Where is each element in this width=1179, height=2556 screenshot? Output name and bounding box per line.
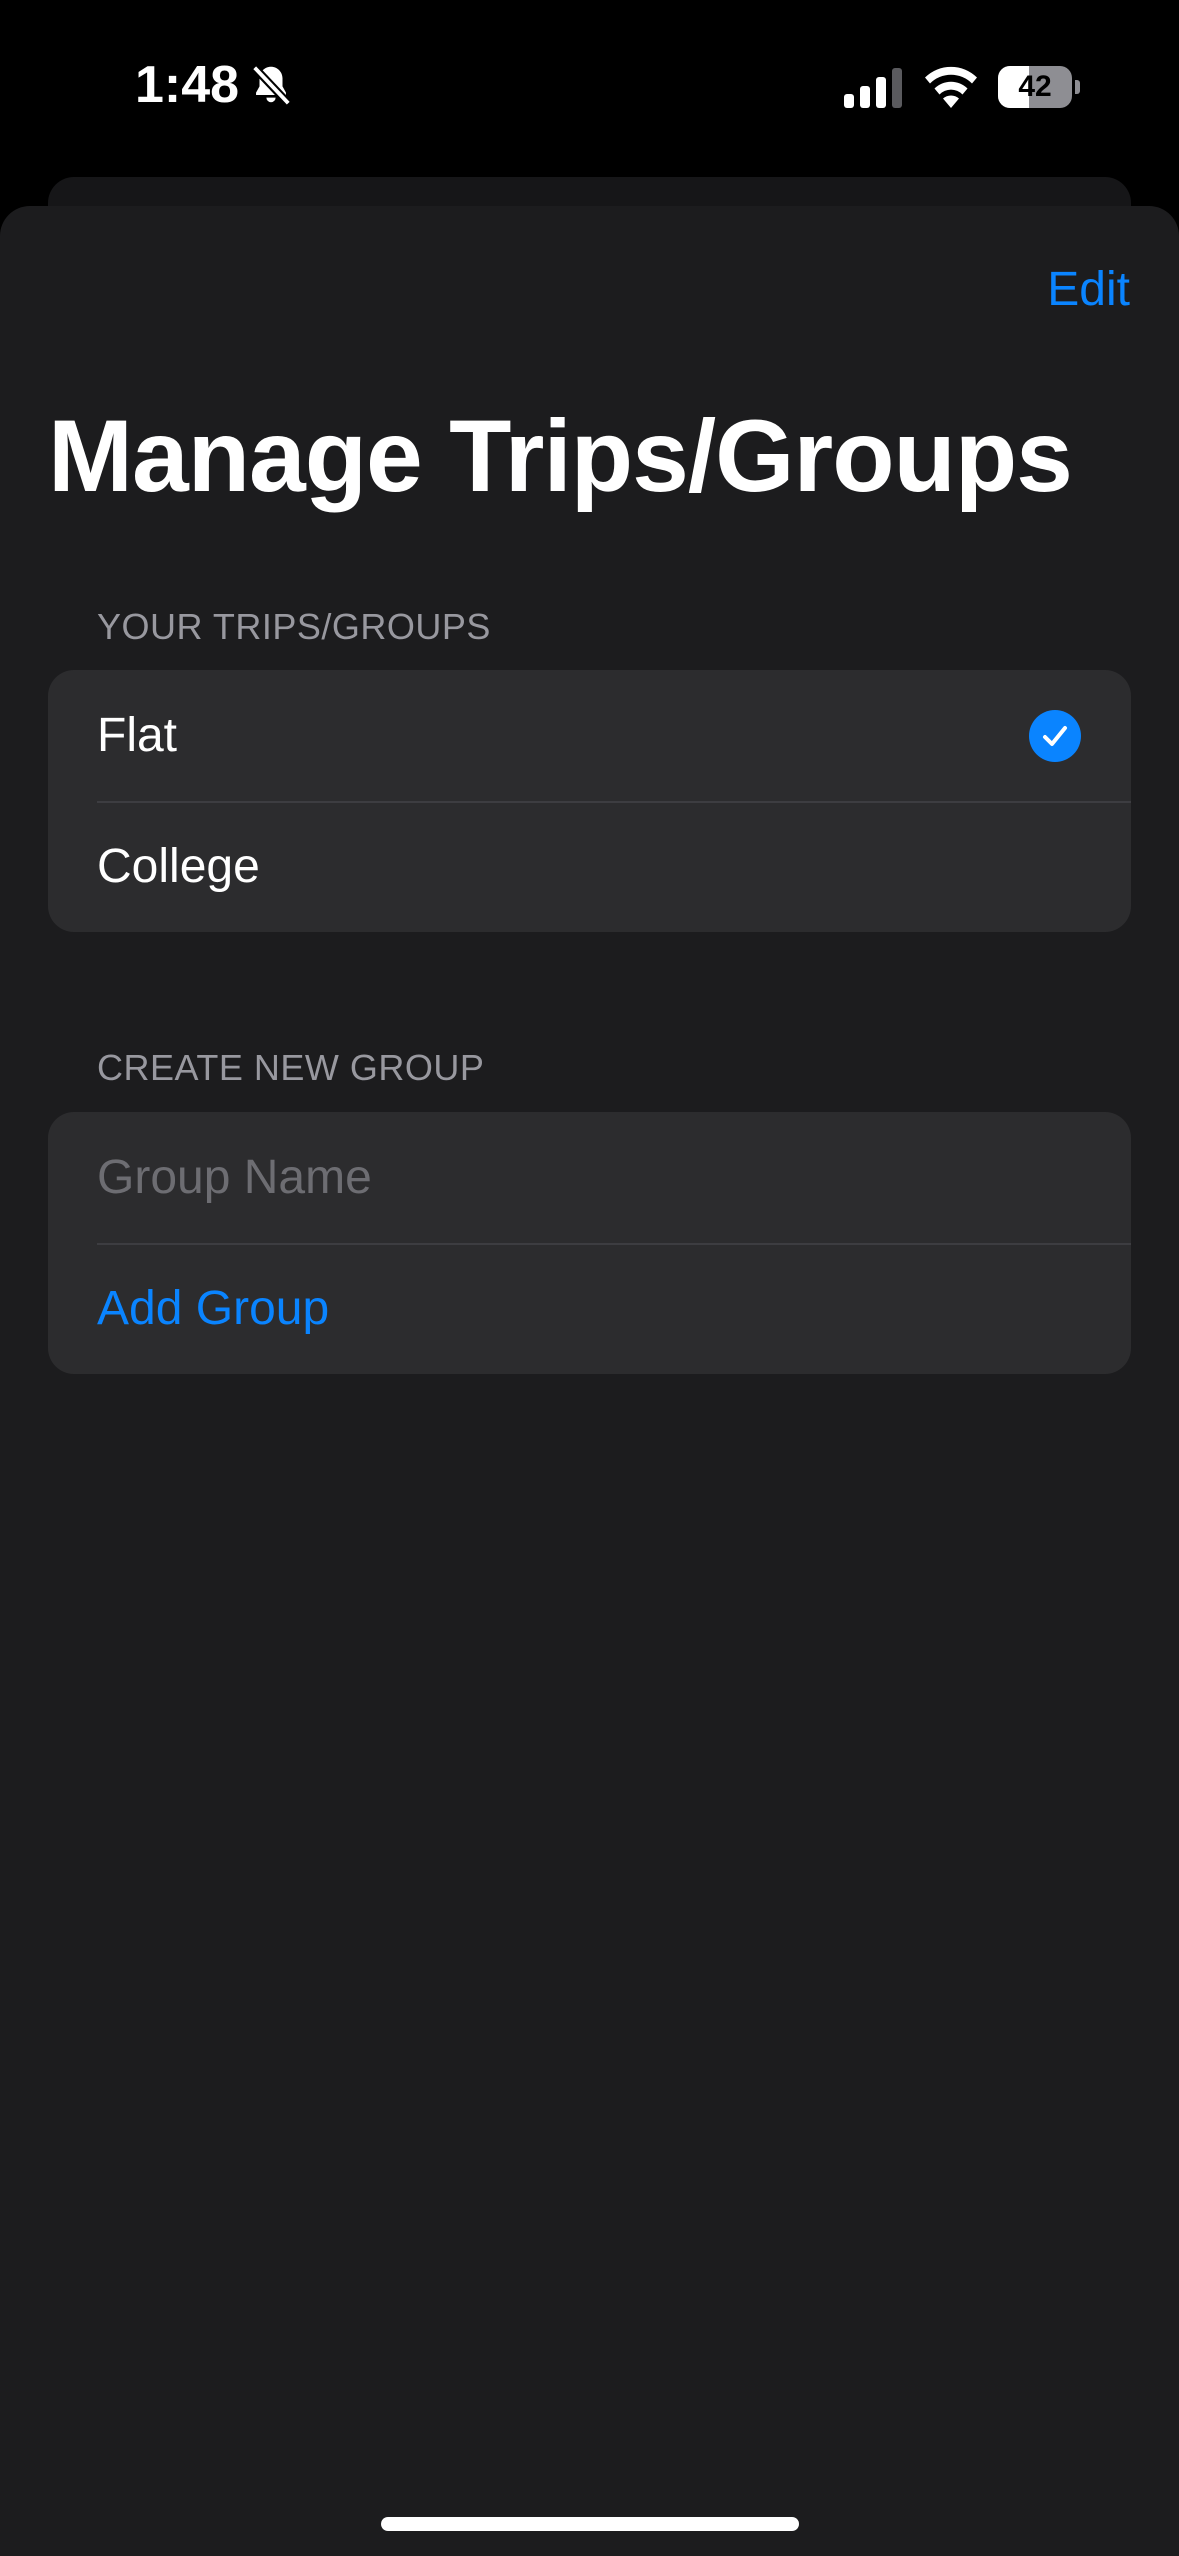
- screen: 1:48 42 Edit Manage Trips/Groups YOUR TR…: [0, 0, 1179, 2556]
- home-indicator: [381, 2517, 799, 2531]
- status-bar: 1:48 42: [0, 0, 1179, 170]
- add-group-button[interactable]: Add Group: [97, 1243, 329, 1374]
- page-title: Manage Trips/Groups: [48, 399, 1073, 513]
- cellular-signal-icon: [844, 68, 902, 108]
- checkmark-circle-icon: [1029, 710, 1081, 762]
- status-time: 1:48: [135, 56, 240, 114]
- create-section-header: CREATE NEW GROUP: [97, 1047, 485, 1088]
- battery-icon: 42: [998, 66, 1080, 108]
- bell-slash-icon: [251, 64, 292, 106]
- modal-sheet: [0, 206, 1179, 2556]
- trip-item-flat[interactable]: Flat: [48, 670, 1131, 801]
- trip-item-label: College: [97, 840, 260, 893]
- battery-cap: [1075, 80, 1080, 94]
- trip-item-label: Flat: [97, 709, 178, 762]
- create-group-card: Add Group: [48, 1112, 1131, 1374]
- battery-level: 42: [1018, 70, 1052, 103]
- trips-list: Flat College: [48, 670, 1131, 932]
- group-name-input[interactable]: [97, 1112, 1077, 1243]
- wifi-icon: [925, 66, 977, 108]
- battery-body: 42: [998, 66, 1072, 108]
- edit-button[interactable]: Edit: [1047, 262, 1130, 317]
- add-group-row: Add Group: [48, 1243, 1131, 1374]
- trips-section-header: YOUR TRIPS/GROUPS: [97, 606, 491, 647]
- group-name-row: [48, 1112, 1131, 1243]
- trip-item-college[interactable]: College: [48, 801, 1131, 932]
